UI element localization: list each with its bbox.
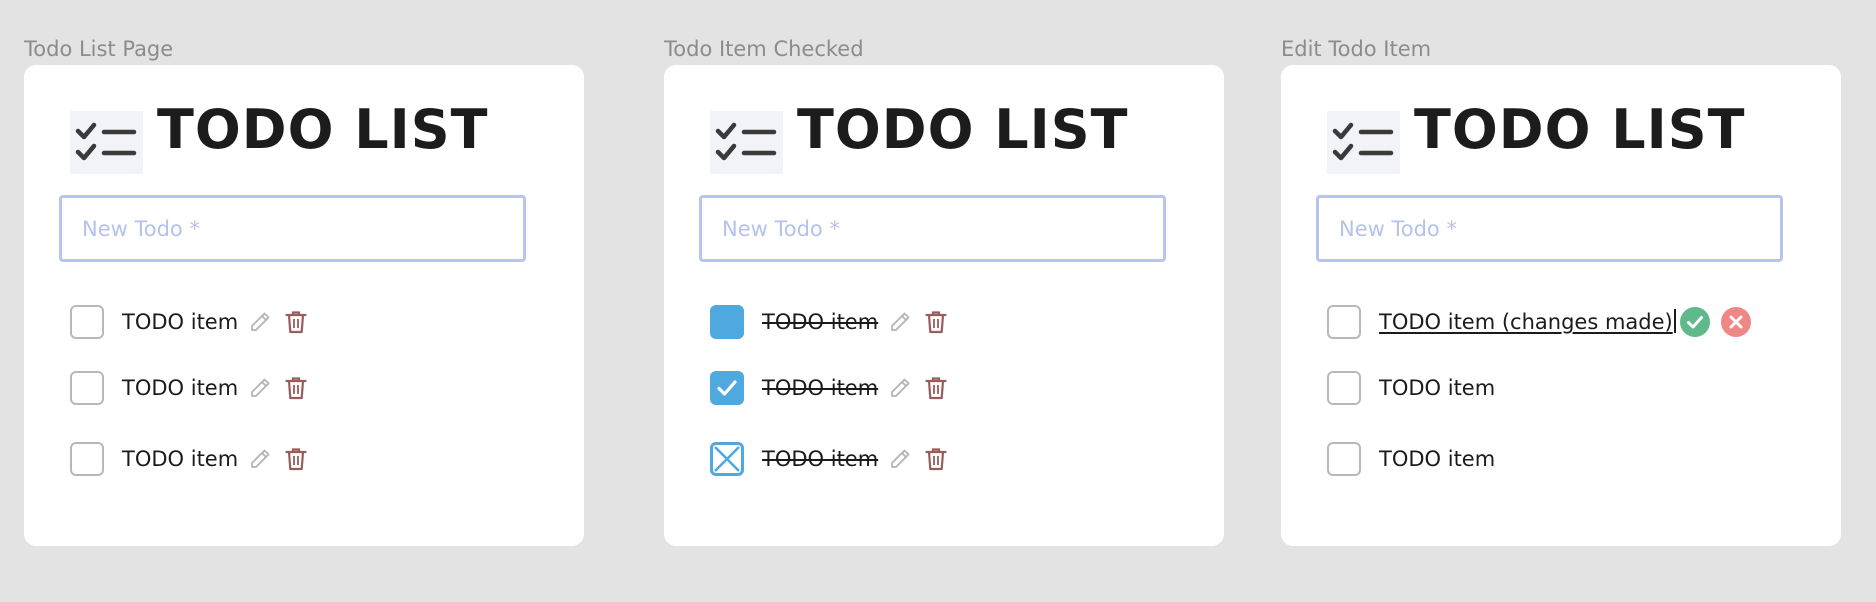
todo-checkbox-crossed[interactable]: [710, 442, 744, 476]
todo-item-text: TODO item: [1379, 376, 1496, 400]
todo-item-text: TODO item: [122, 310, 239, 334]
frame-label-todo-list-page: Todo List Page: [24, 37, 174, 61]
text-caret: [1673, 309, 1676, 333]
todo-checkbox[interactable]: [70, 371, 104, 405]
checklist-icon: [70, 111, 143, 174]
todo-item-row-editing: TODO item (changes made): [1327, 302, 1827, 342]
check-circle-icon[interactable]: [1680, 307, 1710, 337]
todo-item-text: TODO item: [762, 376, 879, 400]
todo-checkbox[interactable]: [70, 305, 104, 339]
new-todo-input[interactable]: [59, 195, 526, 262]
todo-checkbox-checked[interactable]: [710, 371, 744, 405]
todo-card-item-checked: TODO LIST TODO item TODO item TODO item: [664, 65, 1224, 546]
todo-item-row: TODO item: [710, 302, 1210, 342]
x-circle-icon[interactable]: [1721, 307, 1751, 337]
trash-icon[interactable]: [284, 376, 308, 400]
todo-edit-value: TODO item (changes made): [1379, 310, 1673, 334]
trash-icon[interactable]: [284, 310, 308, 334]
todo-item-row: TODO item: [710, 439, 1210, 479]
page-title: TODO LIST: [1414, 98, 1746, 161]
todo-checkbox[interactable]: [1327, 442, 1361, 476]
todo-checkbox-hover[interactable]: [710, 305, 744, 339]
trash-icon[interactable]: [284, 447, 308, 471]
todo-item-row: TODO item: [70, 368, 570, 408]
pencil-icon[interactable]: [248, 376, 272, 400]
page-title: TODO LIST: [797, 98, 1129, 161]
new-todo-input[interactable]: [1316, 195, 1783, 262]
todo-card-list-page: TODO LIST TODO item TODO item TODO item: [24, 65, 584, 546]
frame-label-todo-item-checked: Todo Item Checked: [664, 37, 864, 61]
todo-item-text: TODO item: [1379, 447, 1496, 471]
todo-item-row: TODO item: [70, 439, 570, 479]
todo-item-row: TODO item: [710, 368, 1210, 408]
pencil-icon[interactable]: [888, 447, 912, 471]
todo-checkbox[interactable]: [1327, 371, 1361, 405]
todo-edit-field[interactable]: TODO item (changes made): [1379, 309, 1676, 335]
pencil-icon[interactable]: [888, 376, 912, 400]
todo-checkbox[interactable]: [1327, 305, 1361, 339]
trash-icon[interactable]: [924, 447, 948, 471]
new-todo-input[interactable]: [699, 195, 1166, 262]
todo-checkbox[interactable]: [70, 442, 104, 476]
pencil-icon[interactable]: [248, 447, 272, 471]
trash-icon[interactable]: [924, 376, 948, 400]
checklist-icon: [1327, 111, 1400, 174]
trash-icon[interactable]: [924, 310, 948, 334]
todo-item-text: TODO item: [762, 310, 879, 334]
todo-item-text: TODO item: [122, 376, 239, 400]
todo-item-text: TODO item: [122, 447, 239, 471]
pencil-icon[interactable]: [888, 310, 912, 334]
check-icon: [717, 380, 737, 396]
todo-card-edit-item: TODO LIST TODO item (changes made) TODO …: [1281, 65, 1841, 546]
todo-item-row: TODO item: [1327, 439, 1827, 479]
todo-item-text: TODO item: [762, 447, 879, 471]
page-title: TODO LIST: [157, 98, 489, 161]
x-mark-icon: [714, 446, 740, 472]
todo-item-row: TODO item: [70, 302, 570, 342]
todo-item-row: TODO item: [1327, 368, 1827, 408]
frame-label-edit-todo-item: Edit Todo Item: [1281, 37, 1432, 61]
checklist-icon: [710, 111, 783, 174]
pencil-icon[interactable]: [248, 310, 272, 334]
